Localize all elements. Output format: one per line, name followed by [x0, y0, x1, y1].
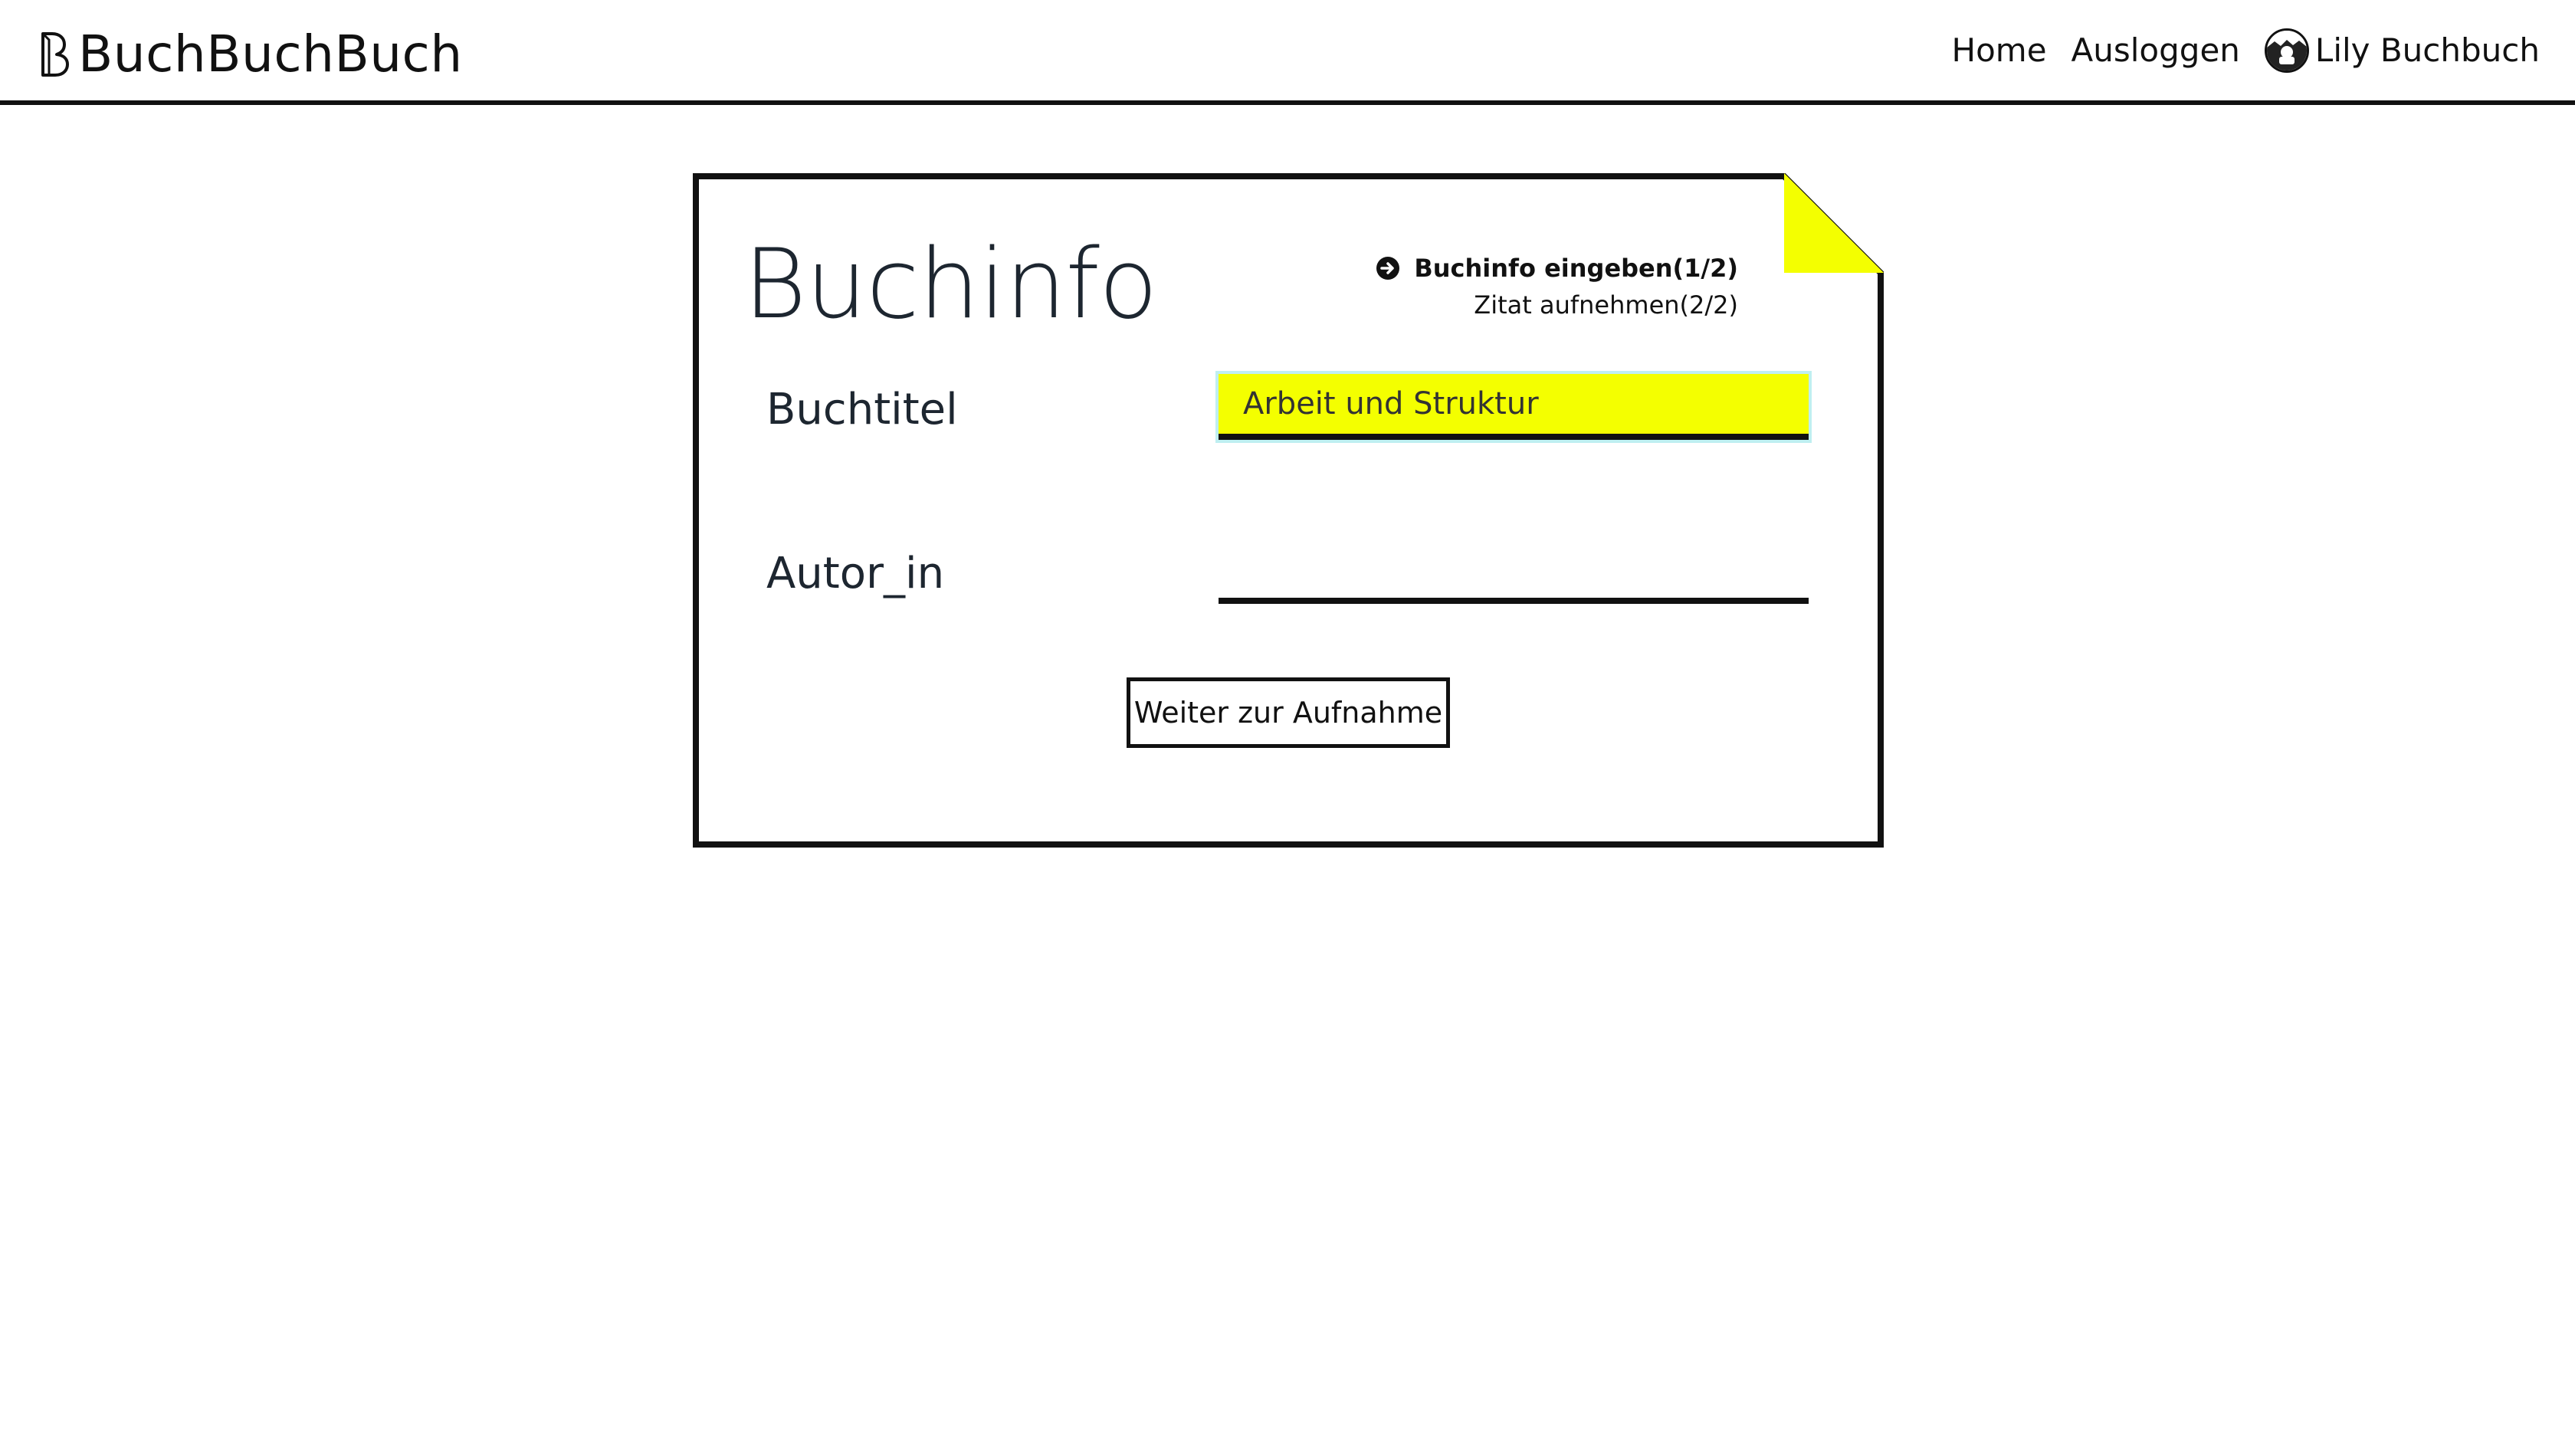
- brand[interactable]: BuchBuchBuch: [38, 28, 463, 81]
- step-indicator: Buchinfo eingeben(1/2) Zitat aufnehmen(2…: [1376, 250, 1738, 323]
- nav-links: Home Ausloggen Lily Buchbuch: [1952, 28, 2540, 74]
- folded-corner-icon: [1784, 173, 1884, 273]
- book-title-input[interactable]: [1219, 374, 1809, 440]
- step-1-label: Buchinfo eingeben(1/2): [1414, 254, 1738, 283]
- step-1: Buchinfo eingeben(1/2): [1376, 250, 1738, 287]
- continue-to-recording-button[interactable]: Weiter zur Aufnahme: [1127, 677, 1450, 748]
- book-info-card: Buchinfo Buchinfo eingeben(1/2) Zitat au…: [693, 173, 1884, 848]
- navbar: BuchBuchBuch Home Ausloggen Lily Buchbuc…: [0, 0, 2575, 105]
- avatar-icon: [2264, 28, 2309, 73]
- nav-logout-link[interactable]: Ausloggen: [2071, 28, 2240, 74]
- step-2-label: Zitat aufnehmen(2/2): [1474, 290, 1738, 320]
- page-title: Buchinfo: [743, 228, 1158, 340]
- author-input[interactable]: [1219, 538, 1809, 604]
- step-2: Zitat aufnehmen(2/2): [1376, 287, 1738, 323]
- brand-logo-icon: [41, 32, 69, 77]
- brand-name: BuchBuchBuch: [78, 25, 463, 84]
- nav-user-name: Lily Buchbuch: [2314, 31, 2540, 69]
- nav-home-link[interactable]: Home: [1952, 28, 2047, 74]
- nav-user-profile[interactable]: Lily Buchbuch: [2264, 28, 2540, 74]
- book-title-label: Buchtitel: [766, 385, 958, 435]
- arrow-circle-right-icon: [1376, 257, 1400, 280]
- author-label: Autor_in: [766, 549, 945, 598]
